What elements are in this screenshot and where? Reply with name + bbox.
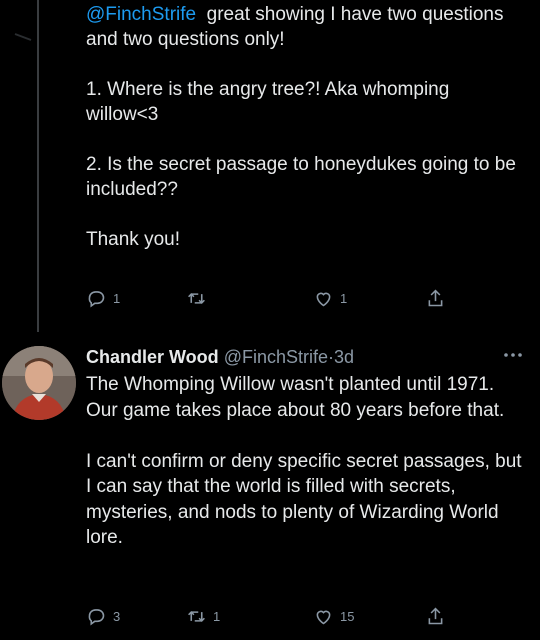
thread-connector-line bbox=[37, 0, 39, 332]
retweet-icon bbox=[188, 293, 205, 304]
decorative-mark bbox=[14, 33, 32, 41]
timestamp[interactable]: 3d bbox=[334, 347, 354, 367]
like-count: 1 bbox=[340, 291, 348, 306]
retweet-button[interactable]: 1 bbox=[186, 606, 220, 627]
like-icon bbox=[316, 292, 331, 307]
reply-tweet-author[interactable]: Chandler Wood @FinchStrife·3d The Whompi… bbox=[86, 344, 530, 551]
retweet-icon bbox=[188, 611, 205, 622]
avatar[interactable] bbox=[2, 346, 76, 420]
reply-count: 3 bbox=[113, 609, 121, 624]
share-icon bbox=[428, 607, 443, 625]
reply-tweet[interactable]: @FinchStrife great showing I have two qu… bbox=[86, 0, 526, 252]
retweet-button[interactable] bbox=[186, 288, 213, 309]
reply-button[interactable]: 3 bbox=[86, 606, 120, 627]
tweet-header: Chandler Wood @FinchStrife·3d bbox=[86, 344, 530, 370]
like-button[interactable]: 1 bbox=[313, 288, 347, 309]
share-button[interactable] bbox=[425, 606, 446, 627]
tweet-body: great showing I have two questions and t… bbox=[86, 4, 516, 250]
tweet-text: @FinchStrife great showing I have two qu… bbox=[86, 2, 526, 252]
tweet-body: The Whomping Willow wasn't planted until… bbox=[86, 374, 522, 548]
avatar-image bbox=[2, 346, 76, 420]
mention-link[interactable]: @FinchStrife bbox=[86, 4, 196, 25]
reply-button[interactable]: 1 bbox=[86, 288, 120, 309]
like-button[interactable]: 15 bbox=[313, 606, 354, 627]
author-handle[interactable]: @FinchStrife bbox=[224, 347, 328, 367]
author-name[interactable]: Chandler Wood bbox=[86, 347, 219, 367]
like-icon bbox=[316, 610, 331, 625]
like-count: 15 bbox=[340, 609, 355, 624]
reply-icon bbox=[88, 291, 105, 308]
share-icon bbox=[428, 289, 443, 307]
retweet-count: 1 bbox=[213, 609, 221, 624]
reply-icon bbox=[88, 609, 105, 626]
more-icon[interactable] bbox=[502, 350, 524, 360]
reply-count: 1 bbox=[113, 291, 121, 306]
share-button[interactable] bbox=[425, 288, 446, 309]
